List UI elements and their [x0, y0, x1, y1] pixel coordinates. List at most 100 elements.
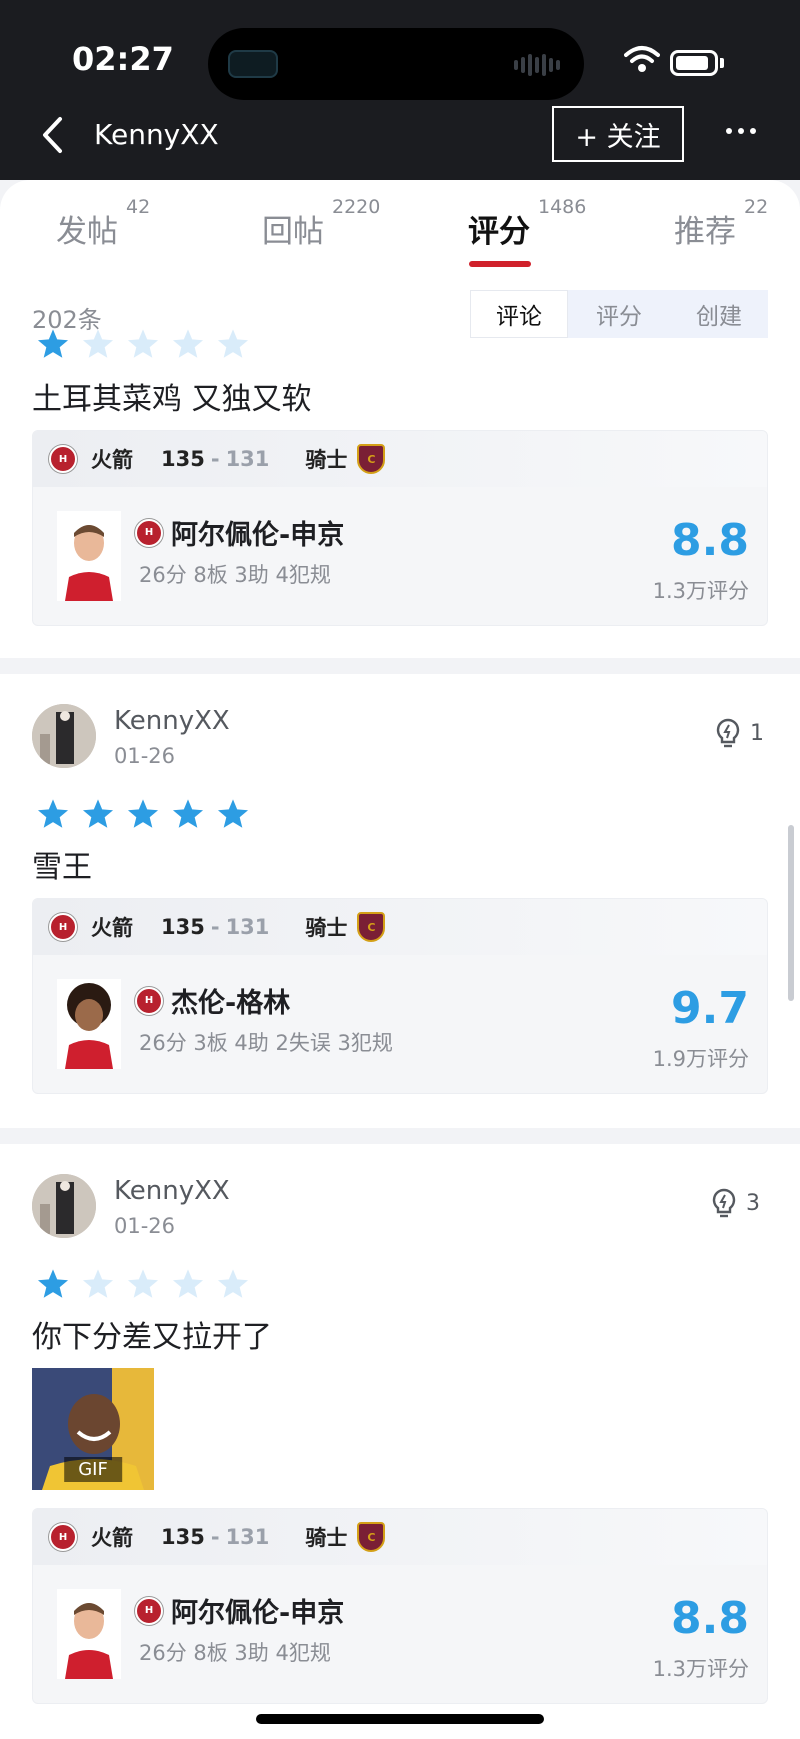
home-score: 135 — [161, 915, 205, 939]
section-divider — [0, 658, 800, 674]
star-icon — [217, 799, 249, 828]
active-tab-underline — [469, 261, 531, 267]
player-row: H 杰伦-格林 26分 3板 4助 2失误 3犯规 9.7 1.9万评分 — [33, 955, 767, 1093]
segment-comments[interactable]: 评论 — [470, 290, 568, 338]
star-icon — [217, 329, 249, 358]
battery-icon — [670, 50, 718, 76]
avatar[interactable] — [32, 1174, 96, 1238]
rating-card[interactable]: H 火箭 135 - 131 骑士 C H 杰伦-格林 26分 3板 4助 2失… — [32, 898, 768, 1094]
star-icon — [37, 1269, 69, 1298]
star-icon — [172, 1269, 204, 1298]
post-text: 雪王 — [32, 850, 92, 885]
star-rating — [36, 328, 250, 360]
tab-replies[interactable]: 回帖 2220 — [262, 196, 380, 251]
tab-count: 42 — [126, 196, 151, 218]
tab-label: 推荐 — [674, 214, 736, 250]
player-name-text: 杰伦-格林 — [171, 988, 291, 1019]
away-score: 131 — [225, 915, 270, 939]
post-text: 你下分差又拉开了 — [32, 1320, 272, 1355]
battery-tip — [720, 58, 724, 68]
post-text: 土耳其菜鸡 又独又软 — [32, 382, 312, 417]
rating-card[interactable]: H 火箭 135 - 131 骑士 C H 阿尔佩伦-申京 26分 8板 3助 … — [32, 430, 768, 626]
player-rating: 9.7 — [671, 983, 749, 1034]
away-team: 骑士 — [305, 916, 348, 940]
rating-count: 1.3万评分 — [652, 579, 749, 603]
tab-count: 1486 — [538, 196, 587, 218]
cavaliers-logo-icon: C — [357, 444, 386, 474]
profile-tabs: 发帖 42 回帖 2220 评分 1486 推荐 22 — [0, 180, 800, 270]
tab-recommend[interactable]: 推荐 22 — [674, 196, 768, 251]
home-score: 135 — [161, 447, 205, 471]
scrollbar[interactable] — [788, 825, 794, 1001]
rating-count: 1.9万评分 — [652, 1047, 749, 1071]
star-icon — [82, 799, 114, 828]
rockets-logo-icon: H — [135, 1596, 163, 1625]
star-rating — [36, 1268, 250, 1300]
away-score: 131 — [225, 1525, 270, 1549]
star-icon — [127, 799, 159, 828]
away-team: 骑士 — [305, 1526, 348, 1550]
star-icon — [37, 329, 69, 358]
player-row: H 阿尔佩伦-申京 26分 8板 3助 4犯规 8.8 1.3万评分 — [33, 1565, 767, 1703]
gif-label: GIF — [64, 1457, 122, 1482]
like-count: 1 — [750, 720, 764, 746]
gif-image[interactable]: GIF — [32, 1368, 154, 1490]
player-name: H 阿尔佩伦-申京 — [135, 513, 344, 552]
player-stats: 26分 8板 3助 4犯规 — [139, 563, 331, 587]
tab-posts[interactable]: 发帖 42 — [56, 196, 150, 251]
follow-button[interactable]: + 关注 — [552, 106, 684, 162]
tab-count: 22 — [744, 196, 769, 218]
username[interactable]: KennyXX — [114, 1176, 230, 1206]
content-area: 发帖 42 回帖 2220 评分 1486 推荐 22 202条 评论 评分 创… — [0, 180, 800, 1739]
more-dots-icon[interactable] — [726, 128, 756, 134]
tab-count: 2220 — [332, 196, 381, 218]
player-stats: 26分 8板 3助 4犯规 — [139, 1641, 331, 1665]
chevron-left-icon[interactable] — [40, 116, 64, 154]
home-team: 火箭 — [91, 916, 133, 940]
lightbulb-icon — [712, 1188, 736, 1218]
username[interactable]: KennyXX — [114, 706, 230, 736]
star-icon — [217, 1269, 249, 1298]
score-separator: - — [210, 447, 220, 471]
player-name: H 阿尔佩伦-申京 — [135, 1591, 344, 1630]
cavaliers-logo-icon: C — [357, 1522, 386, 1552]
rating-card[interactable]: H 火箭 135 - 131 骑士 C H 阿尔佩伦-申京 26分 8板 3助 … — [32, 1508, 768, 1704]
avatar[interactable] — [32, 704, 96, 768]
star-icon — [127, 1269, 159, 1298]
rockets-logo-icon: H — [135, 986, 163, 1015]
game-header: H 火箭 135 - 131 骑士 C — [33, 431, 767, 487]
player-photo — [57, 511, 121, 601]
segment-ratings[interactable]: 评分 — [570, 290, 668, 338]
rockets-logo-icon: H — [49, 1523, 77, 1551]
star-icon — [82, 329, 114, 358]
player-rating: 8.8 — [671, 515, 749, 566]
star-icon — [82, 1269, 114, 1298]
tab-label: 发帖 — [56, 214, 118, 250]
star-icon — [172, 329, 204, 358]
rating-count: 1.3万评分 — [652, 1657, 749, 1681]
like-count: 3 — [746, 1190, 760, 1216]
section-divider — [0, 1128, 800, 1144]
score-separator: - — [210, 1525, 220, 1549]
camera-icon — [228, 50, 278, 78]
player-photo — [57, 1589, 121, 1679]
rockets-logo-icon: H — [49, 445, 77, 473]
segment-created[interactable]: 创建 — [670, 290, 768, 338]
player-row: H 阿尔佩伦-申京 26分 8板 3助 4犯规 8.8 1.3万评分 — [33, 487, 767, 625]
audio-wave-icon — [514, 54, 560, 76]
tab-ratings[interactable]: 评分 1486 — [468, 196, 586, 251]
home-score: 135 — [161, 1525, 205, 1549]
like-button[interactable]: 1 — [716, 718, 764, 748]
player-stats: 26分 3板 4助 2失误 3犯规 — [139, 1031, 393, 1055]
game-header: H 火箭 135 - 131 骑士 C — [33, 1509, 767, 1565]
score-separator: - — [210, 915, 220, 939]
player-name: H 杰伦-格林 — [135, 981, 290, 1020]
home-indicator[interactable] — [256, 1714, 544, 1724]
status-time: 02:27 — [72, 40, 174, 78]
star-icon — [127, 329, 159, 358]
filter-segmented-control: 评论 评分 创建 — [470, 290, 768, 338]
post-date: 01-26 — [114, 1214, 176, 1238]
rockets-logo-icon: H — [49, 913, 77, 941]
player-name-text: 阿尔佩伦-申京 — [171, 520, 345, 551]
like-button[interactable]: 3 — [712, 1188, 760, 1218]
